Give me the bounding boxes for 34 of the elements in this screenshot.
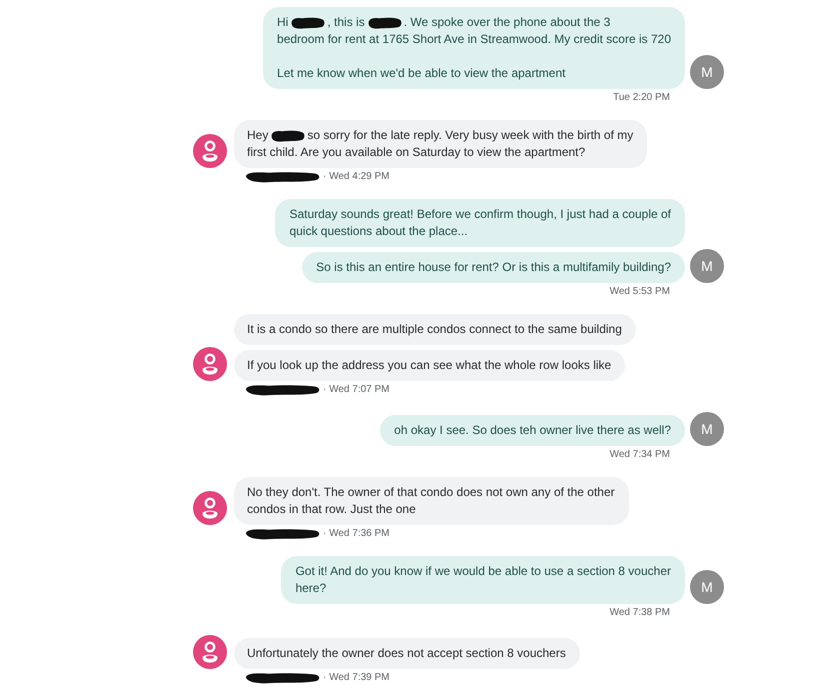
message-text: It is a condo so there are multiple condos connect to the same building <box>247 321 622 338</box>
message-text: bedroom for rent at 1765 Short Ave in Streamwood. My credit score is 720 Let me know when we'd be able to view the apartment <box>277 31 671 82</box>
timestamp: Wed 7:38 PM <box>610 606 670 620</box>
contact-avatar-icon <box>193 635 227 669</box>
message-text: . We spoke over the phone about the 3 <box>404 14 610 31</box>
message-text: Got it! And do you know if we would be able to use a section 8 voucher here? <box>295 563 671 597</box>
message-text: No they don't. The owner of that condo does not own any of the other condos in that row. Just the one <box>247 484 615 518</box>
contact-avatar-icon <box>193 347 227 381</box>
timestamp: Wed 7:34 PM <box>610 448 670 462</box>
message-text: so sorry for the late reply. Very busy week with the birth of my <box>307 127 634 144</box>
contact-avatar-icon <box>193 491 227 525</box>
message-text: Hey <box>247 127 268 144</box>
redaction-mark <box>291 16 326 28</box>
avatar: M <box>690 412 724 446</box>
timestamp: Wed 5:53 PM <box>610 285 670 299</box>
message-text: If you look up the address you can see what the whole row looks like <box>247 357 612 374</box>
contact-avatar-icon <box>193 134 227 168</box>
message-text: So is this an entire house for rent? Or is this a multifamily building? <box>316 259 671 276</box>
message-text: , this is <box>327 14 365 31</box>
timestamp: Tue 2:20 PM <box>613 91 670 105</box>
timestamp: · Wed 7:36 PM <box>323 527 390 541</box>
avatar: M <box>690 570 724 604</box>
avatar: M <box>690 55 724 89</box>
message-text: Unfortunately the owner does not accept section 8 vouchers <box>247 645 566 662</box>
message-text: Hi <box>277 14 288 31</box>
message-text: oh okay I see. So does teh owner live there as well? <box>394 422 671 439</box>
message-text: first child. Are you available on Saturday to view the apartment? <box>247 144 586 161</box>
redaction-mark <box>271 130 306 142</box>
redaction-mark <box>368 16 402 28</box>
timestamp: · Wed 7:07 PM <box>323 383 390 397</box>
timestamp: · Wed 4:29 PM <box>323 170 390 184</box>
message-text: Saturday sounds great! Before we confirm though, I just had a couple of quick questions about the place... <box>289 206 671 240</box>
timestamp: · Wed 7:39 PM <box>323 671 390 685</box>
avatar: M <box>690 249 724 283</box>
